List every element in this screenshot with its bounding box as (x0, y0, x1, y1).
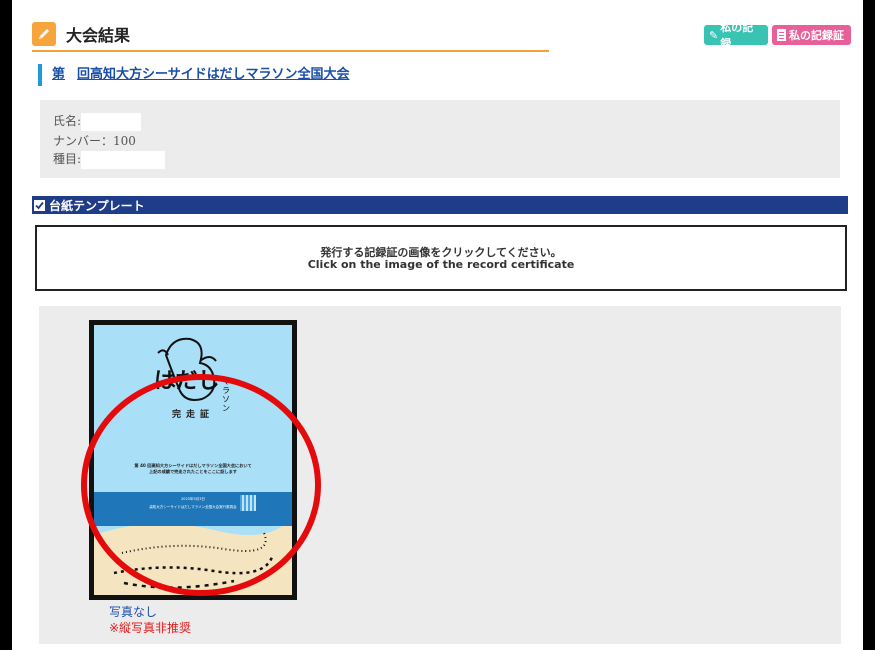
category-row: 種目: (53, 150, 166, 169)
name-value (81, 112, 142, 131)
no-photo-label: 写真なし (109, 605, 158, 619)
event-prefix: 第 (52, 67, 66, 82)
section-header: 台紙テンプレート (32, 196, 848, 214)
event-link[interactable]: 第回高知大方シーサイドはだしマラソン全国大会 (38, 64, 350, 86)
qr-code-icon (240, 495, 256, 511)
page: 大会結果 ✎ 私の記録 私の記録証 第回高知大方シーサイドはだしマラソン全国大会… (12, 0, 863, 650)
pencil-icon: ✎ (709, 28, 719, 42)
certificate-body-line2: 上記の成績で完走されたことをここに証します (149, 469, 237, 474)
document-icon (777, 29, 786, 41)
my-record-button[interactable]: ✎ 私の記録 (704, 21, 768, 50)
pencil-icon (32, 22, 56, 46)
instruction-box: 発行する記録証の画像をクリックしてください。 Click on the imag… (35, 225, 847, 291)
template-gallery: はだし マラソン 完走証 第 40 回高知大方シーサイドはだしマラソン全国大会に… (39, 306, 841, 644)
my-certificate-button[interactable]: 私の記録証 (772, 25, 851, 45)
logo-main: はだし (154, 368, 220, 394)
number-label: ナンバー (53, 134, 102, 148)
section-title: 台紙テンプレート (49, 198, 145, 213)
event-name: 回高知大方シーサイドはだしマラソン全国大会 (77, 67, 350, 82)
instruction-en: Click on the image of the record certifi… (307, 258, 575, 271)
page-title: 大会結果 (66, 26, 131, 45)
certificate-template-thumbnail[interactable]: はだし マラソン 完走証 第 40 回高知大方シーサイドはだしマラソン全国大会に… (89, 320, 297, 600)
certificate-body: 第 40 回高知大方シーサイドはだしマラソン全国大会において 上記の成績で完走さ… (94, 463, 292, 475)
page-header: 大会結果 (32, 20, 549, 52)
certificate-organizer: 高知大方シーサイドはだしマラソン全国大会実行委員会 (149, 505, 237, 509)
name-row: 氏名: (53, 112, 142, 131)
number-value: 100 (113, 134, 136, 148)
category-value (81, 150, 166, 169)
category-label: 種目 (53, 152, 78, 166)
certificate-title: 完走証 (171, 410, 214, 420)
entrant-info-box: 氏名: ナンバー：100 種目: (40, 100, 840, 178)
my-record-label: 私の記録 (720, 21, 754, 50)
portrait-warning: ※縦写真非推奨 (109, 621, 192, 635)
certificate-date: 2025年5月3日 (181, 497, 205, 501)
number-row: ナンバー：100 (53, 134, 136, 148)
checkbox-icon (34, 199, 45, 211)
name-label: 氏名 (53, 114, 78, 128)
my-certificate-label: 私の記録証 (789, 29, 844, 42)
